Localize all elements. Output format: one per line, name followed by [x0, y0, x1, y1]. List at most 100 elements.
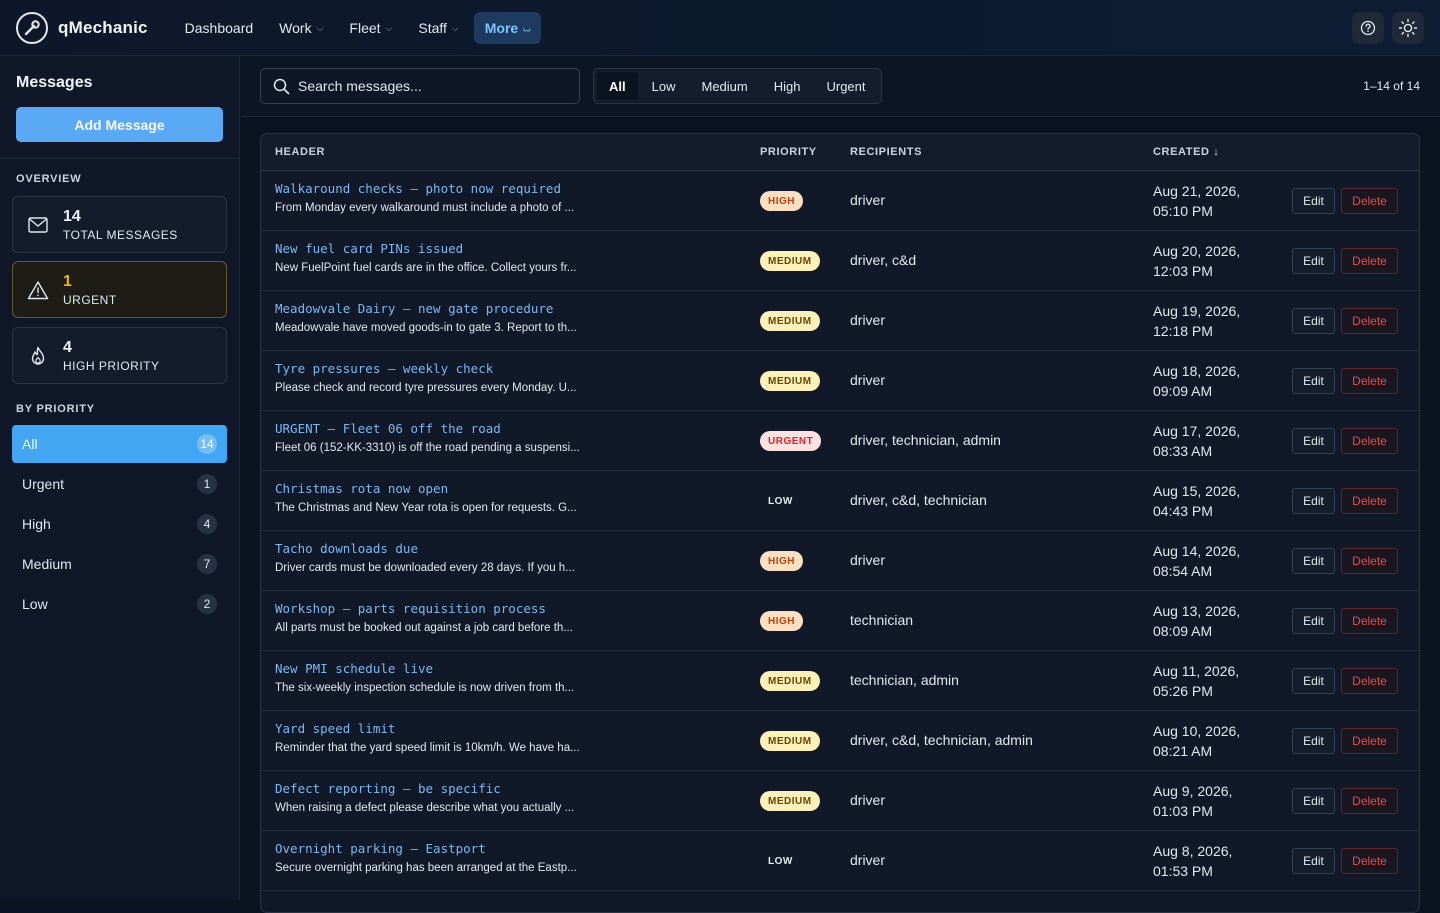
table-row[interactable]: New fuel card PINs issued New FuelPoint f…	[261, 231, 1419, 291]
by-priority-label: BY PRIORITY	[16, 403, 95, 415]
edit-button[interactable]: Edit	[1292, 248, 1335, 274]
priority-label: Medium	[22, 556, 72, 572]
table-row[interactable]: Christmas rota now open The Christmas and…	[261, 471, 1419, 531]
column-header-priority[interactable]: PRIORITY	[760, 146, 817, 158]
mail-icon	[28, 216, 48, 233]
delete-button[interactable]: Delete	[1341, 428, 1398, 454]
search-input[interactable]	[298, 78, 568, 94]
priority-count: 2	[197, 594, 217, 614]
message-title-link[interactable]: Meadowvale Dairy – new gate procedure	[275, 301, 745, 316]
delete-button[interactable]: Delete	[1341, 188, 1398, 214]
filter-tab-medium[interactable]: Medium	[689, 72, 759, 100]
table-row[interactable]: URGENT – Fleet 06 off the road Fleet 06 (…	[261, 411, 1419, 471]
nav-staff[interactable]: Staff ⌵	[407, 12, 469, 44]
created-timestamp: Aug 19, 2026, 12:18 PM	[1153, 301, 1240, 341]
edit-button[interactable]: Edit	[1292, 308, 1335, 334]
edit-button[interactable]: Edit	[1292, 848, 1335, 874]
column-header-header[interactable]: HEADER	[275, 146, 325, 158]
delete-button[interactable]: Delete	[1341, 488, 1398, 514]
column-header-recipients[interactable]: RECIPIENTS	[850, 146, 922, 158]
edit-button[interactable]: Edit	[1292, 548, 1335, 574]
nav-work[interactable]: Work ⌵	[268, 12, 334, 44]
stat-urgent[interactable]: 1 URGENT	[12, 261, 227, 318]
created-timestamp: Aug 14, 2026, 08:54 AM	[1153, 541, 1240, 581]
message-cell: New PMI schedule live The six-weekly insp…	[275, 661, 745, 694]
app-name: qMechanic	[58, 17, 148, 37]
created-time: 08:21 AM	[1153, 743, 1213, 759]
message-title-link[interactable]: Workshop – parts requisition process	[275, 601, 745, 616]
message-title-link[interactable]: Yard speed limit	[275, 721, 745, 736]
edit-button[interactable]: Edit	[1292, 608, 1335, 634]
edit-button[interactable]: Edit	[1292, 368, 1335, 394]
delete-button[interactable]: Delete	[1341, 248, 1398, 274]
priority-filter-high[interactable]: High 4	[12, 505, 227, 543]
stat-total-messages[interactable]: 14 TOTAL MESSAGES	[12, 196, 227, 253]
column-header-created[interactable]: CREATED ↓	[1153, 146, 1219, 158]
priority-filter-medium[interactable]: Medium 7	[12, 545, 227, 583]
table-row[interactable]: Walkaround checks – photo now required Fr…	[261, 171, 1419, 231]
table-row[interactable]: Workshop – parts requisition process All …	[261, 591, 1419, 651]
priority-badge: MEDIUM	[760, 731, 820, 751]
filter-tab-high[interactable]: High	[762, 72, 813, 100]
created-time: 08:54 AM	[1153, 563, 1213, 579]
stat-high-priority[interactable]: 4 HIGH PRIORITY	[12, 327, 227, 384]
nav-fleet[interactable]: Fleet ⌵	[338, 12, 403, 44]
filter-tab-all[interactable]: All	[597, 72, 638, 100]
message-title-link[interactable]: New fuel card PINs issued	[275, 241, 745, 256]
priority-count: 1	[197, 474, 217, 494]
message-title-link[interactable]: Defect reporting – be specific	[275, 781, 745, 796]
priority-badge: LOW	[768, 495, 793, 507]
message-title-link[interactable]: Christmas rota now open	[275, 481, 745, 496]
delete-button[interactable]: Delete	[1341, 308, 1398, 334]
delete-button[interactable]: Delete	[1341, 848, 1398, 874]
priority-filter-low[interactable]: Low 2	[12, 585, 227, 623]
edit-button[interactable]: Edit	[1292, 428, 1335, 454]
priority-label: High	[22, 516, 51, 532]
created-timestamp: Aug 10, 2026, 08:21 AM	[1153, 721, 1240, 761]
edit-button[interactable]: Edit	[1292, 728, 1335, 754]
edit-button[interactable]: Edit	[1292, 668, 1335, 694]
message-title-link[interactable]: Overnight parking – Eastport	[275, 841, 745, 856]
message-cell: Tyre pressures – weekly check Please chec…	[275, 361, 745, 394]
message-title-link[interactable]: URGENT – Fleet 06 off the road	[275, 421, 745, 436]
created-date: Aug 14, 2026,	[1153, 543, 1241, 559]
stat-value: 4	[63, 338, 72, 356]
recipients-text: driver, c&d, technician, admin	[850, 732, 1033, 748]
chevron-down-icon: ⌵	[451, 22, 459, 33]
delete-button[interactable]: Delete	[1341, 548, 1398, 574]
table-row[interactable]: Meadowvale Dairy – new gate procedure Mea…	[261, 291, 1419, 351]
recipients-text: technician, admin	[850, 672, 959, 688]
theme-toggle-button[interactable]	[1392, 12, 1424, 44]
table-row[interactable]: Yard speed limit Reminder that the yard s…	[261, 711, 1419, 771]
help-button[interactable]	[1352, 12, 1384, 44]
priority-label: Low	[22, 596, 48, 612]
created-timestamp: Aug 13, 2026, 08:09 AM	[1153, 601, 1240, 641]
delete-button[interactable]: Delete	[1341, 668, 1398, 694]
table-row[interactable]: Overnight parking – Eastport Secure overn…	[261, 831, 1419, 891]
filter-tab-urgent[interactable]: Urgent	[814, 72, 877, 100]
edit-button[interactable]: Edit	[1292, 788, 1335, 814]
message-cell: URGENT – Fleet 06 off the road Fleet 06 (…	[275, 421, 745, 454]
priority-filter-all[interactable]: All 14	[12, 425, 227, 463]
delete-button[interactable]: Delete	[1341, 728, 1398, 754]
search-box[interactable]	[260, 68, 580, 104]
nav-more[interactable]: More ⌴	[473, 11, 542, 44]
message-title-link[interactable]: New PMI schedule live	[275, 661, 745, 676]
priority-filter-urgent[interactable]: Urgent 1	[12, 465, 227, 503]
table-row[interactable]: Tacho downloads due Driver cards must be …	[261, 531, 1419, 591]
edit-button[interactable]: Edit	[1292, 488, 1335, 514]
table-row[interactable]: New PMI schedule live The six-weekly insp…	[261, 651, 1419, 711]
table-row[interactable]: Tyre pressures – weekly check Please chec…	[261, 351, 1419, 411]
add-message-button[interactable]: Add Message	[16, 107, 223, 142]
delete-button[interactable]: Delete	[1341, 788, 1398, 814]
message-title-link[interactable]: Walkaround checks – photo now required	[275, 181, 745, 196]
delete-button[interactable]: Delete	[1341, 608, 1398, 634]
delete-button[interactable]: Delete	[1341, 368, 1398, 394]
filter-tab-low[interactable]: Low	[640, 72, 688, 100]
app-logo[interactable]: qMechanic	[16, 11, 148, 44]
table-row[interactable]: Defect reporting – be specific When raisi…	[261, 771, 1419, 831]
edit-button[interactable]: Edit	[1292, 188, 1335, 214]
message-title-link[interactable]: Tyre pressures – weekly check	[275, 361, 745, 376]
nav-dashboard[interactable]: Dashboard	[174, 12, 265, 44]
message-title-link[interactable]: Tacho downloads due	[275, 541, 745, 556]
